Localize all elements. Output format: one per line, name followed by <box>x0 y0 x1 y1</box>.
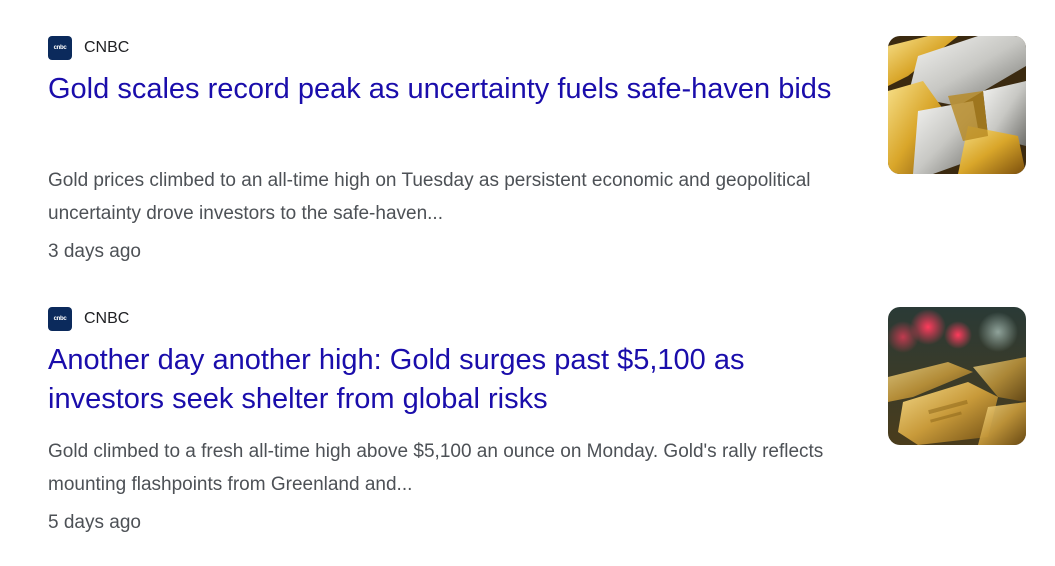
news-result-card: cnbc CNBC Gold scales record peak as unc… <box>0 0 1055 271</box>
publish-time: 3 days ago <box>48 241 141 262</box>
gold-and-silver-bars-image <box>888 36 1026 174</box>
news-result-card: cnbc CNBC Another day another high: Gold… <box>0 271 1055 542</box>
publish-time: 5 days ago <box>48 512 141 533</box>
source-name: CNBC <box>84 39 130 56</box>
source-name: CNBC <box>84 310 130 327</box>
gold-bars-red-bokeh-image <box>888 307 1026 445</box>
source-row: cnbc CNBC <box>48 36 129 60</box>
headline-link[interactable]: Another day another high: Gold surges pa… <box>48 341 838 419</box>
headline-link[interactable]: Gold scales record peak as uncertainty f… <box>48 70 838 109</box>
article-snippet: Gold climbed to a fresh all-time high ab… <box>48 441 824 495</box>
cnbc-logo-icon: cnbc <box>48 36 72 60</box>
article-thumbnail[interactable] <box>888 307 1026 445</box>
source-logo-text: cnbc <box>53 45 67 51</box>
source-logo-text: cnbc <box>53 316 67 322</box>
source-row: cnbc CNBC <box>48 307 129 331</box>
article-thumbnail[interactable] <box>888 36 1026 174</box>
cnbc-logo-icon: cnbc <box>48 307 72 331</box>
article-snippet: Gold prices climbed to an all-time high … <box>48 170 811 224</box>
